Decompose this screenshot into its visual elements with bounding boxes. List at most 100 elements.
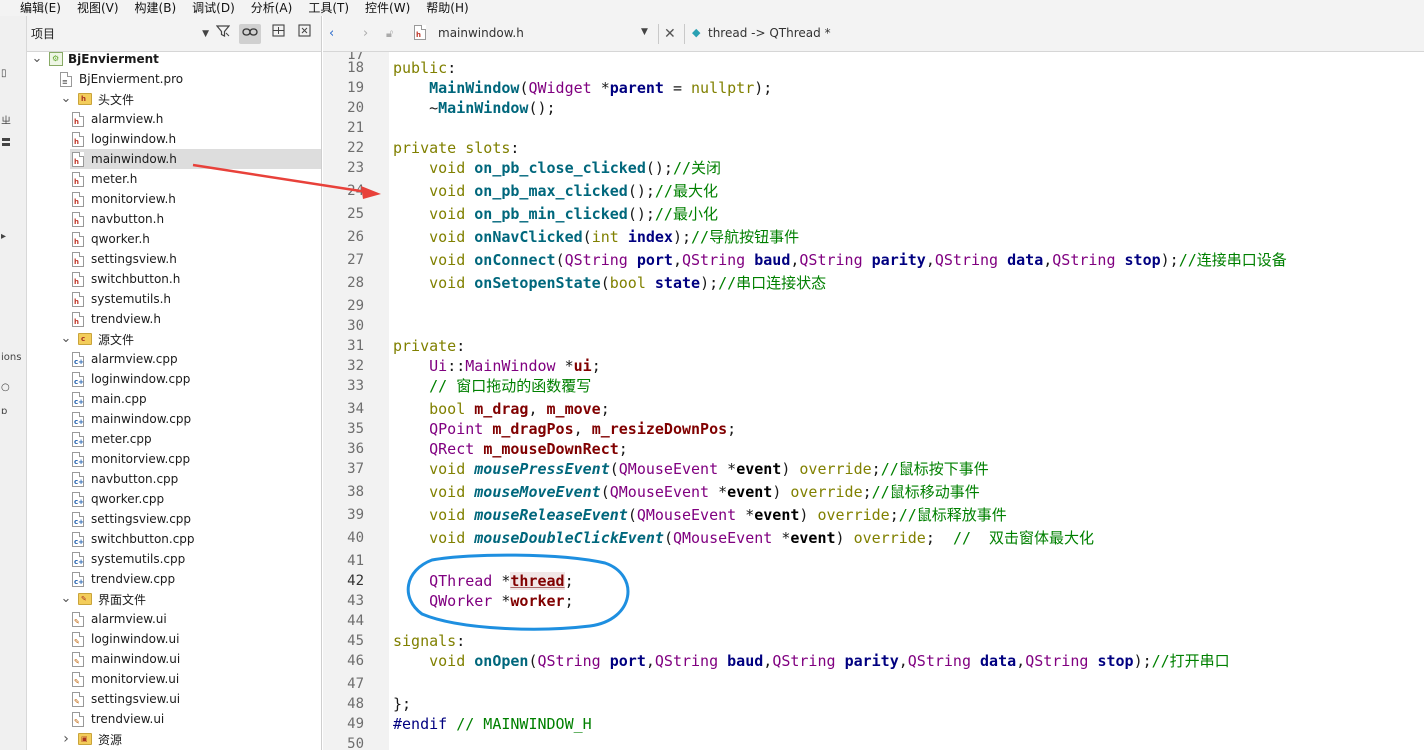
chevron-down-icon[interactable]: ▼	[641, 27, 648, 37]
tree-file-item[interactable]: h meter.h	[27, 169, 321, 189]
tree-file-item[interactable]: ✎ mainwindow.ui	[27, 649, 321, 669]
mode-button[interactable]: ▸	[1, 231, 6, 243]
menu-item[interactable]: 构建(B)	[127, 0, 185, 16]
tree-file-item[interactable]: ✎ monitorview.ui	[27, 669, 321, 689]
tree-file-item[interactable]: ✎ loginwindow.ui	[27, 629, 321, 649]
code-token: void	[429, 205, 466, 223]
code-line: void on_pb_max_clicked();//最大化	[393, 182, 718, 200]
line-number: 27	[347, 252, 364, 268]
tree-file-item[interactable]: h navbutton.h	[27, 209, 321, 229]
tree-folder[interactable]: › ▣ 资源	[27, 729, 321, 749]
code-token: ,	[925, 251, 935, 269]
lock-icon[interactable]: 🔓︎	[386, 25, 393, 43]
code-token: mousePressEvent	[474, 460, 610, 478]
chevron-down-icon[interactable]: ⌄	[31, 52, 43, 65]
code-token: :	[510, 139, 520, 157]
tree-folder[interactable]: ⌄ ✎ 界面文件	[27, 589, 321, 609]
line-number: 28	[347, 275, 364, 291]
menu-item[interactable]: 视图(V)	[69, 0, 127, 16]
menu-item[interactable]: 调试(D)	[184, 0, 243, 16]
close-document-icon[interactable]: ✕	[664, 25, 676, 43]
code-token: QString	[537, 652, 601, 670]
tree-file-item[interactable]: h settingsview.h	[27, 249, 321, 269]
tree-folder[interactable]: ⌄ c 源文件	[27, 329, 321, 349]
chevron-down-icon[interactable]: ⌄	[60, 592, 72, 605]
tree-item-label: loginwindow.h	[91, 132, 177, 146]
close-icon[interactable]	[293, 24, 315, 44]
chevron-down-icon[interactable]: ⌄	[60, 332, 72, 345]
back-icon[interactable]: ‹	[329, 25, 334, 43]
tree-file-item[interactable]: h trendview.h	[27, 309, 321, 329]
mode-button[interactable]: 〓	[1, 138, 11, 150]
code-token: *	[492, 572, 511, 590]
code-token: QString	[799, 251, 863, 269]
mode-button[interactable]: ㄓ	[1, 116, 11, 128]
code-line: void mouseMoveEvent(QMouseEvent *event) …	[393, 483, 980, 501]
line-number: 47	[347, 676, 364, 692]
code-token: (	[582, 228, 592, 246]
tree-file-item[interactable]: h alarmview.h	[27, 109, 321, 129]
tree-folder[interactable]: ⌄ ⚙ BjEnvierment	[27, 49, 321, 69]
project-view-selector[interactable]: 项目 ▼	[31, 24, 209, 44]
tree-file-item[interactable]: h qworker.h	[27, 229, 321, 249]
tree-file-item[interactable]: c+ loginwindow.cpp	[27, 369, 321, 389]
tree-file-item[interactable]: ✎ alarmview.ui	[27, 609, 321, 629]
code-token: stop	[1124, 251, 1161, 269]
tree-file-item[interactable]: h mainwindow.h	[70, 149, 321, 169]
symbol-combo[interactable]: thread -> QThread *	[708, 26, 831, 40]
code-token: mouseReleaseEvent	[474, 506, 628, 524]
forward-icon[interactable]: ›	[363, 25, 368, 43]
menu-item[interactable]: 帮助(H)	[418, 0, 476, 16]
tree-item-label: navbutton.h	[91, 212, 165, 226]
tree-file-item[interactable]: c+ qworker.cpp	[27, 489, 321, 509]
mode-button[interactable]: ▯	[1, 68, 7, 80]
code-token: void	[429, 182, 466, 200]
link-icon[interactable]	[239, 24, 261, 44]
code-editor[interactable]: public: MainWindow(QWidget *parent = nul…	[389, 52, 1424, 750]
tree-item-label: alarmview.ui	[91, 612, 167, 626]
tree-file-item[interactable]: h loginwindow.h	[27, 129, 321, 149]
tree-file-item[interactable]: c+ alarmview.cpp	[27, 349, 321, 369]
code-token: ,	[645, 652, 655, 670]
tree-item-label: 头文件	[98, 92, 135, 107]
mode-button[interactable]: ○	[1, 382, 10, 394]
filter-icon[interactable]	[212, 24, 234, 44]
tree-file-item[interactable]: c+ systemutils.cpp	[27, 549, 321, 569]
line-number: 31	[347, 338, 364, 354]
tree-file-item[interactable]: c+ mainwindow.cpp	[27, 409, 321, 429]
chevron-down-icon[interactable]: ⌄	[60, 92, 72, 105]
menu-item[interactable]: 控件(W)	[357, 0, 418, 16]
tree-file-item[interactable]: c+ trendview.cpp	[27, 569, 321, 589]
menu-item[interactable]: 编辑(E)	[12, 0, 69, 16]
tree-file-item[interactable]: c+ switchbutton.cpp	[27, 529, 321, 549]
tree-file-item[interactable]: h systemutils.h	[27, 289, 321, 309]
code-line: void onNavClicked(int index);//导航按钮事件	[393, 228, 799, 246]
split-icon[interactable]	[267, 24, 289, 44]
tree-file-item[interactable]: h monitorview.h	[27, 189, 321, 209]
menu-item[interactable]: 工具(T)	[300, 0, 357, 16]
mode-button[interactable]: ions	[1, 352, 21, 364]
tree-file-item[interactable]: c+ settingsview.cpp	[27, 509, 321, 529]
tree-folder[interactable]: ⌄ h 头文件	[27, 89, 321, 109]
source-file-icon: c+	[72, 411, 84, 427]
tree-file-item[interactable]: h switchbutton.h	[27, 269, 321, 289]
code-token: );	[700, 274, 719, 292]
tree-file-item[interactable]: ✎ trendview.ui	[27, 709, 321, 729]
tree-file-item[interactable]: c+ main.cpp	[27, 389, 321, 409]
document-combo[interactable]: mainwindow.h	[438, 26, 524, 40]
menu-item[interactable]: 分析(A)	[243, 0, 301, 16]
code-line: QThread *thread;	[393, 572, 574, 590]
tree-item-label: switchbutton.cpp	[91, 532, 195, 546]
tree-file-item[interactable]: c+ monitorview.cpp	[27, 449, 321, 469]
tree-file-item[interactable]: ✎ settingsview.ui	[27, 689, 321, 709]
tree-file-item[interactable]: c+ navbutton.cpp	[27, 469, 321, 489]
mode-button[interactable]: ɒ	[1, 406, 7, 418]
tree-file-item[interactable]: ≡ BjEnvierment.pro	[27, 69, 321, 89]
tree-item-label: navbutton.cpp	[91, 472, 179, 486]
tree-file-item[interactable]: c+ meter.cpp	[27, 429, 321, 449]
code-token: baud	[727, 652, 764, 670]
code-token: void	[429, 483, 466, 501]
chevron-right-icon[interactable]: ›	[60, 732, 72, 746]
